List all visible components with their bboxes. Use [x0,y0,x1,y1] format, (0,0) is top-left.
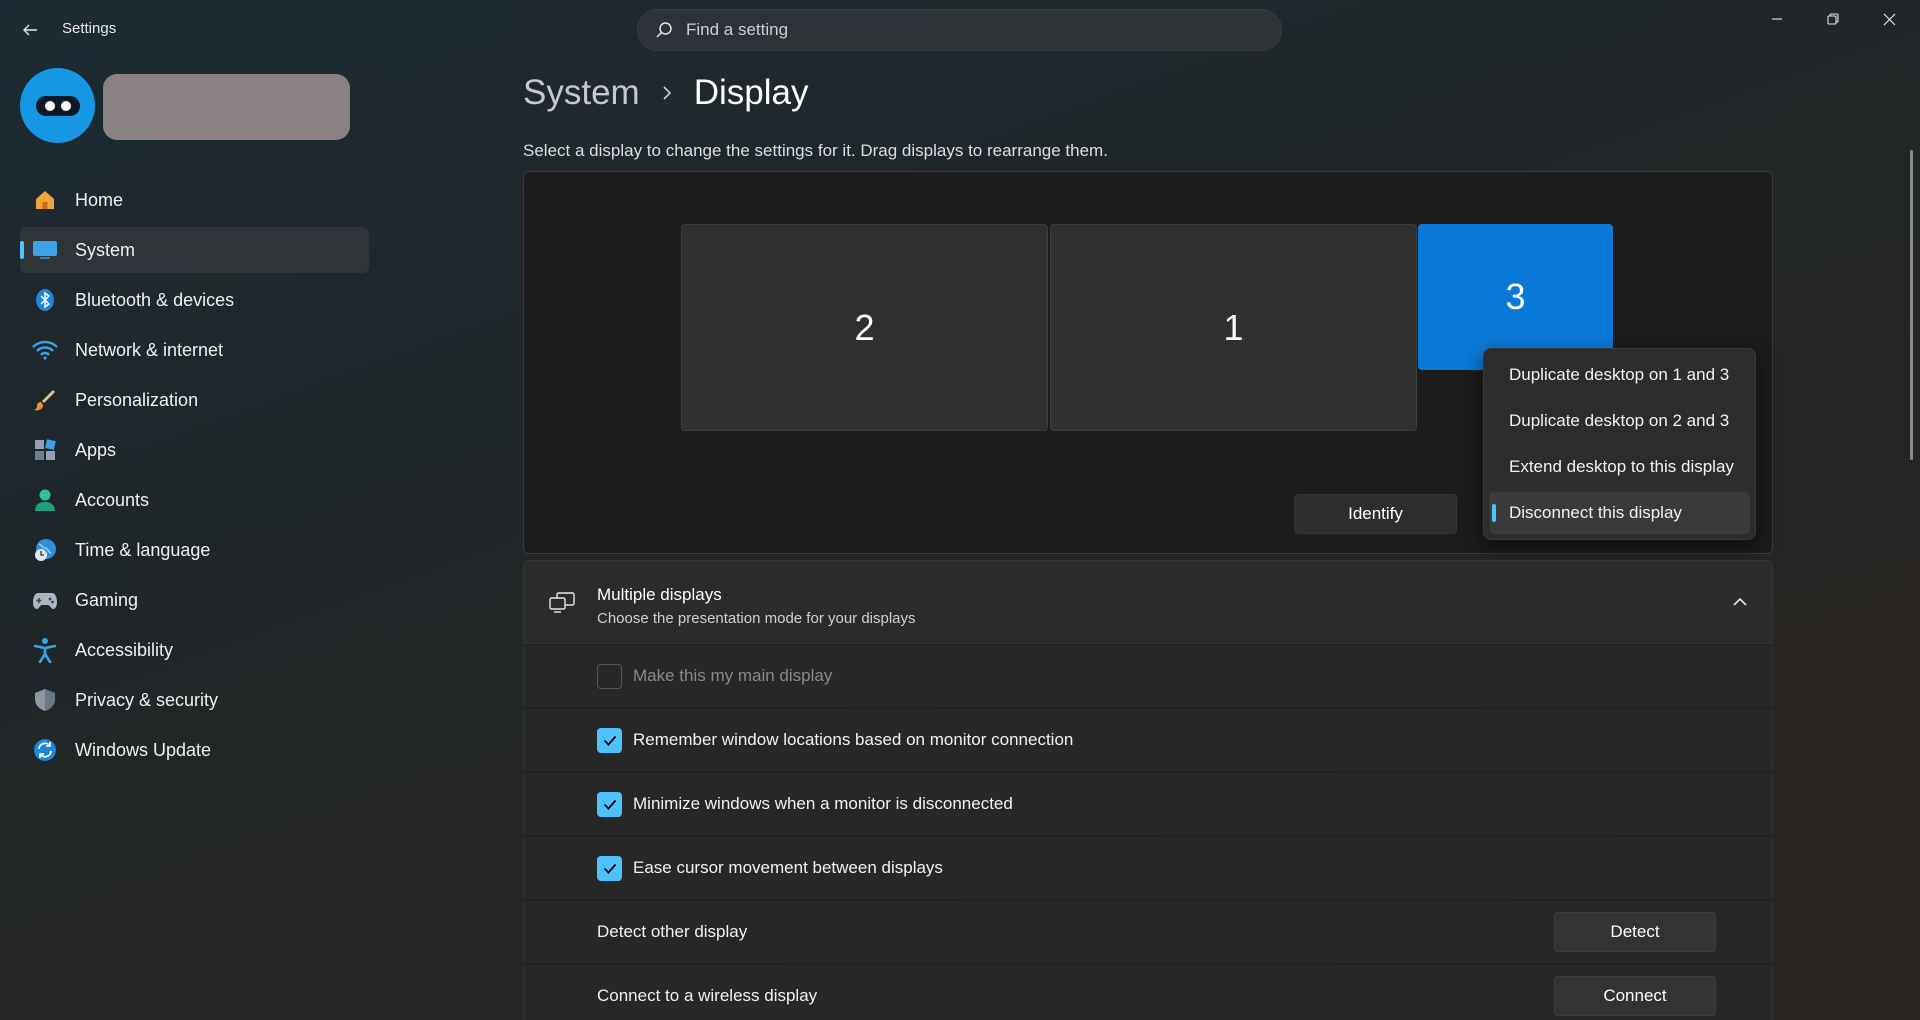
avatar-face-icon [35,95,80,116]
ease-cursor-label: Ease cursor movement between displays [633,858,943,877]
sidebar-item-gaming[interactable]: Gaming [20,577,369,623]
chevron-right-icon [656,82,678,104]
profile-name-redacted [103,74,350,140]
accessibility-icon [32,637,58,663]
search-input[interactable] [686,20,1246,40]
page-title: Display [693,73,809,112]
sidebar-item-home[interactable]: Home [20,177,369,223]
checkmark-icon [603,735,616,746]
minimize-icon [1772,18,1782,20]
checkmark-icon [603,863,616,874]
multiple-displays-subtitle: Choose the presentation mode for your di… [597,610,916,627]
identify-button[interactable]: Identify [1294,494,1457,534]
search-icon [654,20,674,40]
option-row-ease-cursor: Ease cursor movement between displays [523,836,1773,899]
connect-wireless-label: Connect to a wireless display [597,986,818,1005]
option-row-detect-display: Detect other display Detect [523,900,1773,963]
checkmark-icon [603,799,616,810]
update-icon [32,737,58,763]
breadcrumb-system[interactable]: System [523,73,640,113]
clock-globe-icon [32,537,58,563]
detect-button[interactable]: Detect [1554,912,1716,952]
main-display-checkbox [597,664,622,689]
arrangement-instructions: Select a display to change the settings … [523,141,1108,160]
home-icon [32,187,58,213]
multiple-displays-title: Multiple displays [597,585,722,604]
back-button[interactable] [18,18,42,42]
main-display-label: Make this my main display [633,666,833,685]
sidebar-item-system[interactable]: System [20,227,369,273]
apps-icon [32,437,58,463]
monitor-2[interactable]: 2 [681,224,1048,431]
sidebar-item-bluetooth[interactable]: Bluetooth & devices [20,277,369,323]
sidebar-item-accessibility[interactable]: Accessibility [20,627,369,673]
remember-locations-checkbox[interactable] [597,728,622,753]
minimize-windows-label: Minimize windows when a monitor is disco… [633,794,1013,813]
monitor-1[interactable]: 1 [1050,224,1417,431]
sidebar-item-windows-update[interactable]: Windows Update [20,727,369,773]
avatar[interactable] [20,68,95,143]
connect-button[interactable]: Connect [1554,976,1716,1016]
accounts-icon [32,487,58,513]
page-scrollbar[interactable] [1910,150,1913,460]
search-box[interactable] [637,9,1282,51]
wifi-icon [32,337,58,363]
brush-icon [32,387,58,413]
restore-button[interactable] [1805,0,1861,38]
back-arrow-icon [23,24,37,36]
breadcrumb: System Display [523,70,808,116]
ease-cursor-checkbox[interactable] [597,856,622,881]
shield-icon [32,687,58,713]
sidebar-item-time-language[interactable]: Time & language [20,527,369,573]
sidebar-item-personalization[interactable]: Personalization [20,377,369,423]
option-row-main-display: Make this my main display [523,644,1773,707]
flyout-duplicate-2-3[interactable]: Duplicate desktop on 2 and 3 [1489,400,1750,442]
system-icon [32,237,58,263]
detect-display-label: Detect other display [597,922,748,941]
minimize-windows-checkbox[interactable] [597,792,622,817]
sidebar-item-accounts[interactable]: Accounts [20,477,369,523]
bluetooth-icon [32,287,58,313]
sidebar-item-privacy-security[interactable]: Privacy & security [20,677,369,723]
restore-icon [1827,13,1839,25]
sidebar-item-apps[interactable]: Apps [20,427,369,473]
close-button[interactable] [1861,0,1917,38]
remember-locations-label: Remember window locations based on monit… [633,730,1074,749]
option-row-remember-locations: Remember window locations based on monit… [523,708,1773,771]
close-icon [1883,13,1895,25]
minimize-button[interactable] [1749,0,1805,38]
display-mode-flyout: Duplicate desktop on 1 and 3 Duplicate d… [1483,348,1756,540]
flyout-duplicate-1-3[interactable]: Duplicate desktop on 1 and 3 [1489,354,1750,396]
sidebar-nav: Home System Bluetooth & devices Network … [20,177,369,777]
title-bar: Settings [0,0,1920,58]
chevron-up-icon[interactable] [1730,592,1750,612]
app-title: Settings [62,20,117,37]
option-row-minimize-windows: Minimize windows when a monitor is disco… [523,772,1773,835]
option-row-connect-wireless: Connect to a wireless display Connect [523,964,1773,1020]
flyout-extend-desktop[interactable]: Extend desktop to this display [1489,446,1750,488]
multiple-displays-icon [548,589,576,617]
multiple-displays-expander[interactable]: Multiple displays Choose the presentatio… [523,560,1773,644]
flyout-disconnect-display[interactable]: Disconnect this display [1489,492,1750,534]
gamepad-icon [32,587,58,613]
sidebar-item-network[interactable]: Network & internet [20,327,369,373]
